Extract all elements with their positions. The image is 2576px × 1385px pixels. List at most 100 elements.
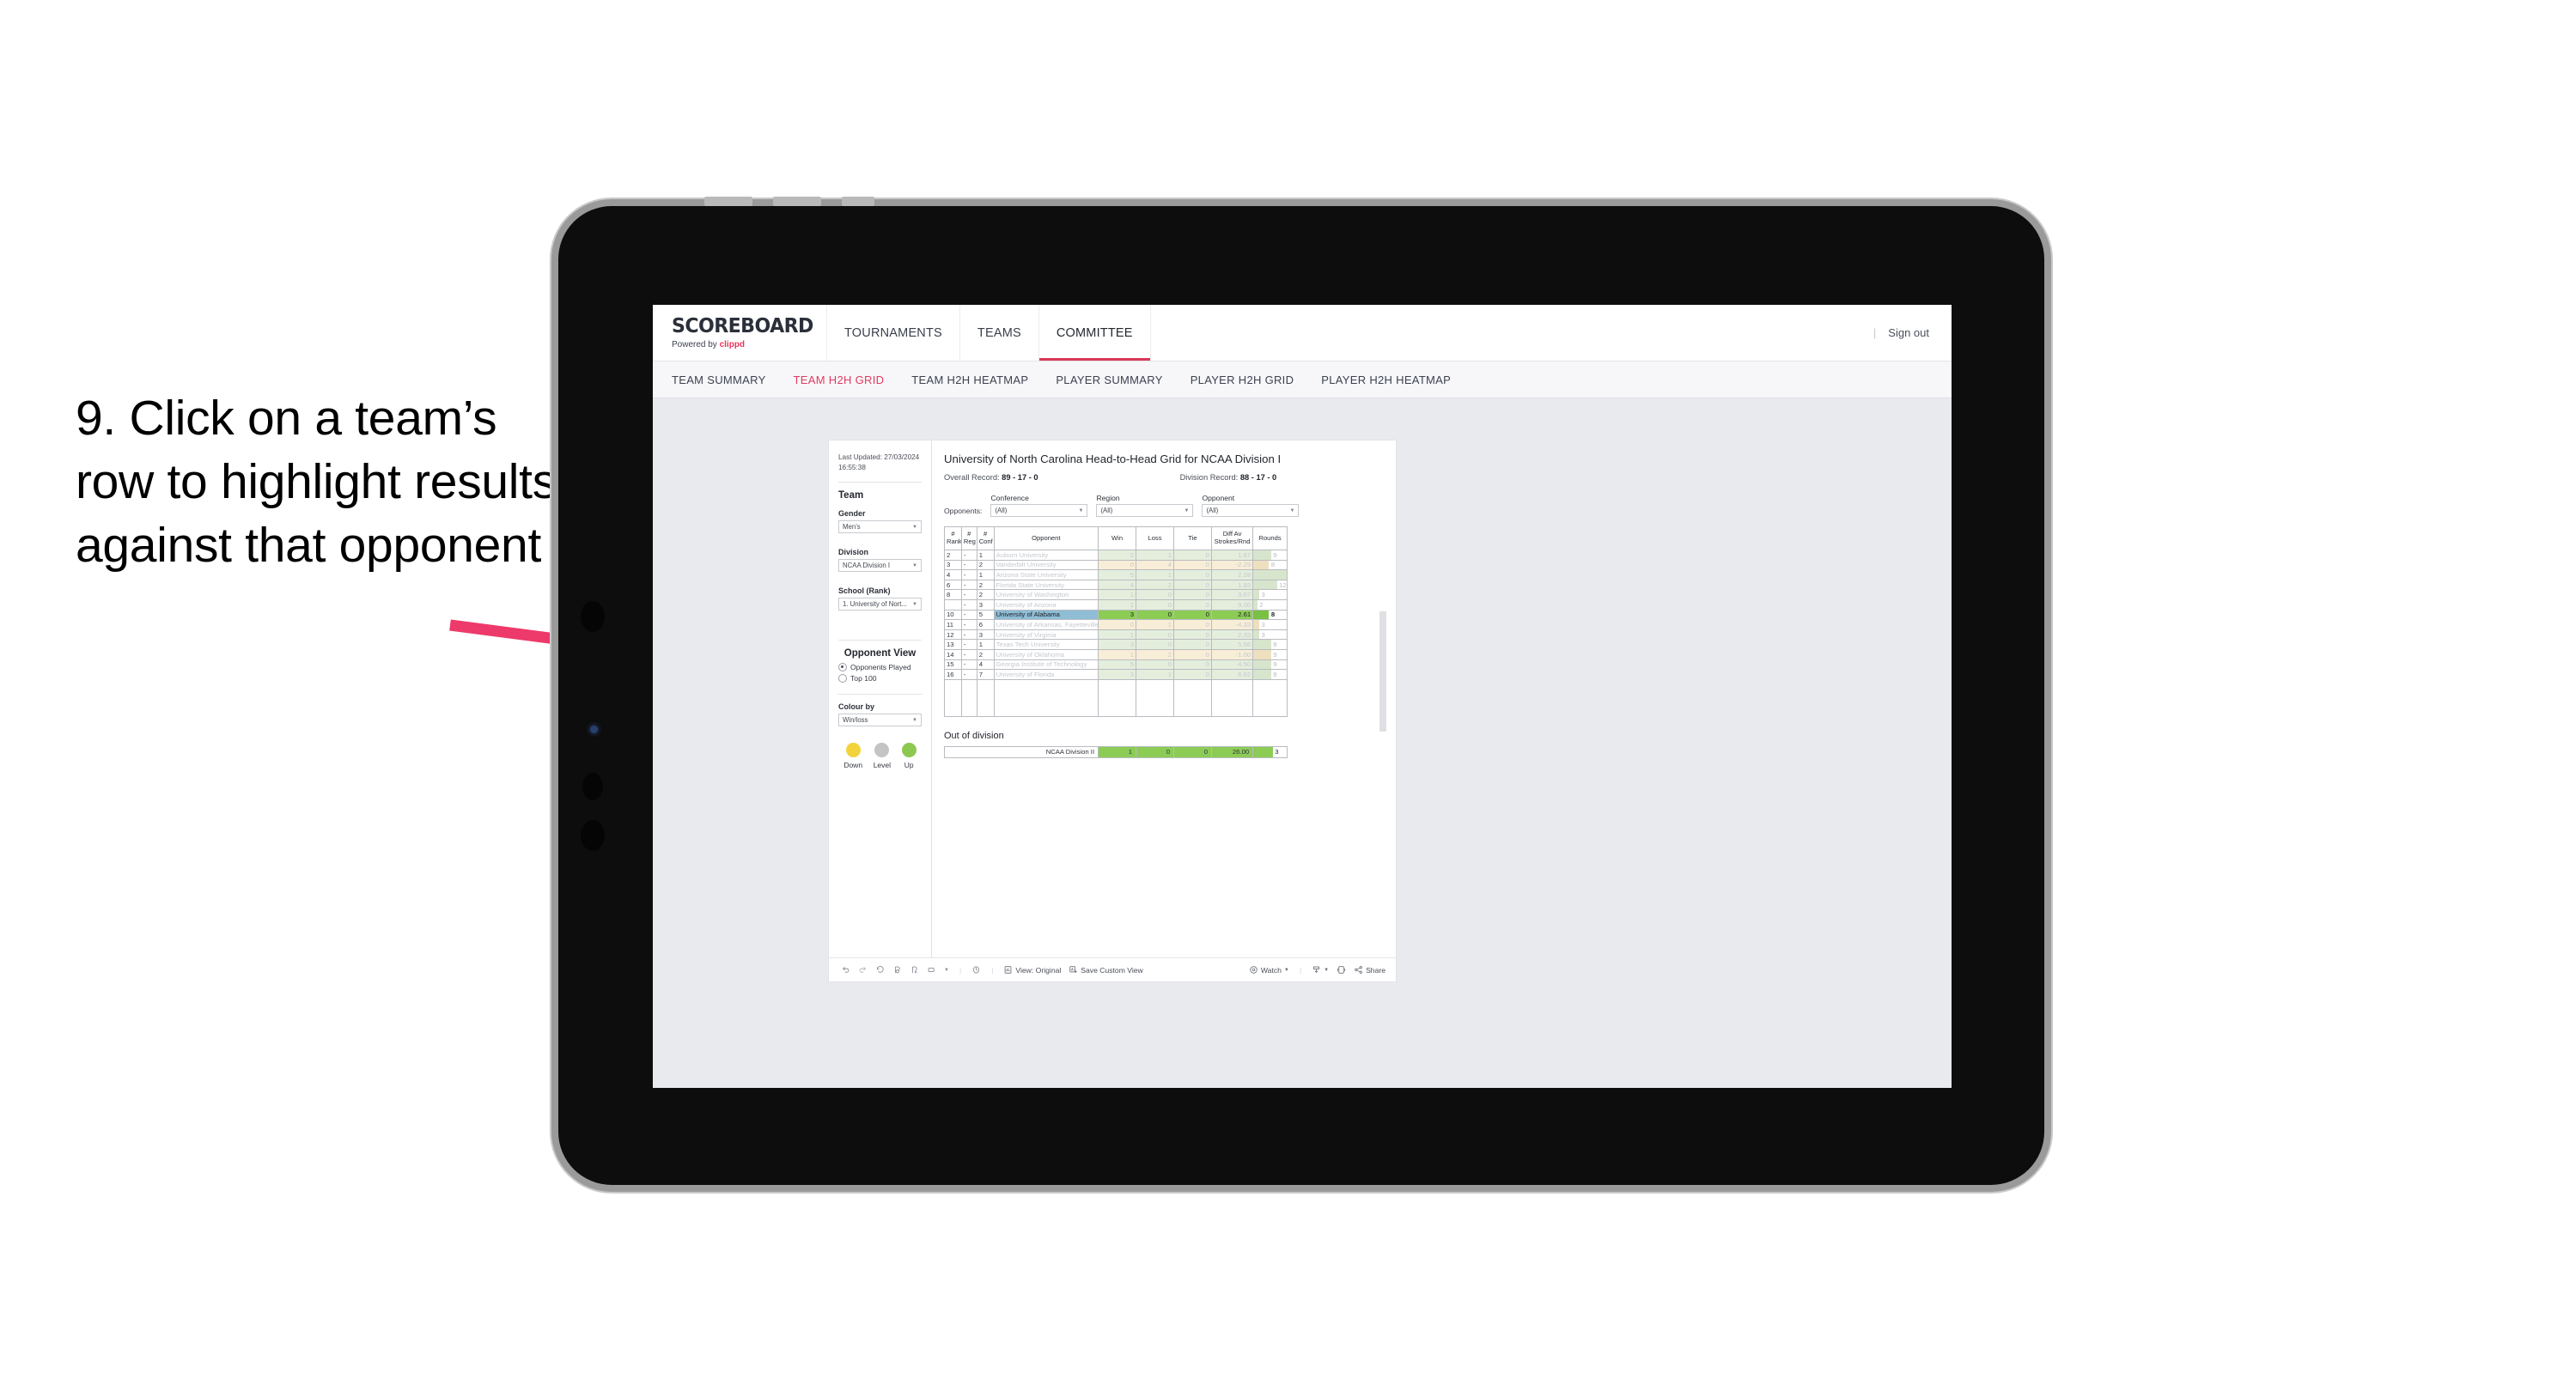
power-button[interactable] — [842, 197, 874, 206]
rounds-value: 12 — [1279, 580, 1287, 589]
chevron-down-icon: ▼ — [1283, 967, 1289, 973]
tab-player-h2h-grid[interactable]: PLAYER H2H GRID — [1191, 374, 1294, 386]
cell-rank: 4 — [944, 569, 962, 580]
cell-rounds: 9 — [1252, 659, 1288, 671]
gender-select[interactable]: Men’s ▼ — [838, 520, 922, 534]
table-row[interactable]: 2-1 Auburn University 2 1 0 1.67 9 — [944, 550, 1288, 561]
cell-diff: -4.33 — [1210, 619, 1254, 630]
cell-conf: 3 — [976, 629, 995, 641]
cell-reg: - — [960, 639, 977, 650]
cell-rank: 14 — [944, 648, 962, 660]
opponents-filter-label: Opponents: — [944, 507, 983, 515]
division-value: NCAA Division I — [843, 562, 891, 570]
cell-win: 1 — [1098, 598, 1137, 610]
cell-rank: 13 — [944, 639, 962, 650]
save-custom-view-button[interactable]: Save Custom View — [1069, 965, 1143, 975]
download-icon — [1313, 966, 1320, 974]
filter-region-select[interactable]: (All) ▼ — [1096, 504, 1194, 517]
table-row[interactable]: 16-7 University of Florida 3 1 0 6.62 9 — [944, 669, 1288, 680]
cell-rounds: 8 — [1252, 609, 1288, 621]
tab-player-summary[interactable]: PLAYER SUMMARY — [1056, 374, 1162, 386]
nav-tournaments[interactable]: TOURNAMENTS — [827, 305, 960, 361]
cell-empty — [976, 678, 995, 717]
table-row[interactable]: -3 University of Arizona 1 0 0 9.00 2 — [944, 598, 1288, 610]
cell-diff: 3.67 — [1210, 589, 1254, 600]
cell-loss: 1 — [1136, 669, 1174, 680]
table-row[interactable]: NCAA Division II 1 0 0 26.00 3 — [943, 745, 1288, 758]
pan-dropdown-caret-icon[interactable]: ▼ — [944, 968, 949, 973]
cell-win: 3 — [1098, 639, 1137, 650]
cell-conf: 2 — [976, 579, 995, 591]
legend-item-down: Down — [843, 743, 862, 769]
h2h-grid-head: # Rank # Reg # Conf Opponent Win Loss Tie D… — [944, 526, 1288, 550]
redo-icon[interactable] — [858, 965, 868, 975]
cell-rounds: 9 — [1252, 669, 1288, 680]
revert-icon[interactable] — [875, 965, 885, 975]
cell-reg: - — [960, 550, 977, 561]
cell-tie: 0 — [1172, 648, 1212, 660]
toolbar-sep-2: | — [991, 965, 994, 975]
share-label: Share — [1366, 965, 1385, 975]
cell-opponent: Vanderbilt University — [993, 559, 1099, 571]
table-row[interactable]: 6-2 Florida State University 4 2 0 1.83 12 — [944, 579, 1288, 591]
fullscreen-icon[interactable] — [1337, 965, 1346, 975]
watch-button[interactable]: Watch ▼ — [1249, 965, 1289, 975]
pan-icon[interactable] — [927, 965, 936, 975]
cell-tie: 0 — [1172, 559, 1212, 571]
table-row[interactable]: 12-3 University of Virginia 1 0 0 2.33 3 — [944, 629, 1288, 641]
division-select[interactable]: NCAA Division I ▼ — [838, 559, 922, 573]
tab-team-summary[interactable]: TEAM SUMMARY — [672, 374, 766, 386]
table-row[interactable]: 10-5 University of Alabama 3 0 0 2.61 8 — [944, 609, 1288, 621]
table-row[interactable]: 15-4 Georgia Institute of Technology 5 0 0 4.… — [944, 659, 1288, 671]
tab-team-h2h-heatmap[interactable]: TEAM H2H HEATMAP — [911, 374, 1028, 386]
radio-opponents-played[interactable]: Opponents Played — [838, 663, 922, 672]
table-row[interactable]: 14-2 University of Oklahoma 1 2 0 -1.00 9 — [944, 648, 1288, 660]
cell-opponent: University of Florida — [993, 669, 1099, 680]
table-row[interactable]: 3-2 Vanderbilt University 0 4 0 -2.29 8 — [944, 559, 1288, 571]
cell-tie: 0 — [1172, 569, 1212, 580]
radio-top-100[interactable]: Top 100 — [838, 674, 922, 683]
cell-empty — [944, 678, 962, 717]
tab-team-h2h-grid[interactable]: TEAM H2H GRID — [794, 374, 885, 386]
volume-up-button[interactable] — [704, 197, 752, 206]
colour-by-label: Colour by — [838, 702, 874, 712]
refresh-icon[interactable] — [892, 965, 902, 975]
cell-diff: 6.62 — [1210, 669, 1254, 680]
radio-opponents-played-label: Opponents Played — [850, 663, 911, 672]
cell-opponent: Texas Tech University — [993, 639, 1099, 650]
table-row[interactable]: 11-6 University of Arkansas, Fayetteville… — [944, 619, 1288, 630]
share-button[interactable]: Share — [1354, 965, 1385, 975]
viz-title: University of North Carolina Head-to-Hea… — [944, 453, 1282, 465]
reset-icon[interactable] — [971, 965, 981, 975]
cell-tie: 0 — [1172, 629, 1212, 641]
cell-tie: 0 — [1172, 639, 1212, 650]
col-reg: # Reg — [960, 526, 977, 550]
col-rank: # Rank — [944, 526, 962, 550]
nav-teams[interactable]: TEAMS — [960, 305, 1039, 361]
table-row[interactable]: 8-2 University of Washington 1 0 0 3.67 3 — [944, 589, 1288, 600]
filter-conference-select[interactable]: (All) ▼ — [990, 504, 1088, 517]
col-opponent: Opponent — [993, 526, 1099, 550]
undo-icon[interactable] — [841, 965, 850, 975]
chevron-down-icon: ▼ — [912, 601, 917, 607]
table-row[interactable]: 13-1 Texas Tech University 3 0 0 5.56 9 — [944, 639, 1288, 650]
viz-scrollbar[interactable] — [1379, 611, 1386, 732]
cell-reg: - — [960, 589, 977, 600]
filter-opponent-select[interactable]: (All) ▼ — [1202, 504, 1300, 517]
school-select[interactable]: 1. University of Nort... ▼ — [838, 598, 922, 611]
cell-rank: 11 — [944, 619, 962, 630]
table-row[interactable]: 4-1Arizona State University5102.2817 — [944, 569, 1288, 580]
ood-tie: 0 — [1173, 745, 1212, 758]
view-original-button[interactable]: View: Original — [1003, 965, 1061, 975]
sign-out-link[interactable]: Sign out — [1888, 326, 1929, 339]
colour-by-select[interactable]: Win/loss ▼ — [838, 714, 922, 727]
nav-committee[interactable]: COMMITTEE — [1038, 305, 1151, 361]
cell-win: 5 — [1098, 659, 1137, 671]
tab-player-h2h-heatmap[interactable]: PLAYER H2H HEATMAP — [1321, 374, 1451, 386]
download-button[interactable]: ▼ — [1312, 965, 1329, 975]
logo-tagline: Powered by clippd — [672, 340, 826, 349]
app-logo[interactable]: SCOREBOARD Powered by clippd — [653, 305, 827, 361]
volume-down-button[interactable] — [773, 197, 821, 206]
pause-refresh-icon[interactable] — [910, 965, 919, 975]
col-diff: Diff Av Strokes/Rnd — [1210, 526, 1254, 550]
